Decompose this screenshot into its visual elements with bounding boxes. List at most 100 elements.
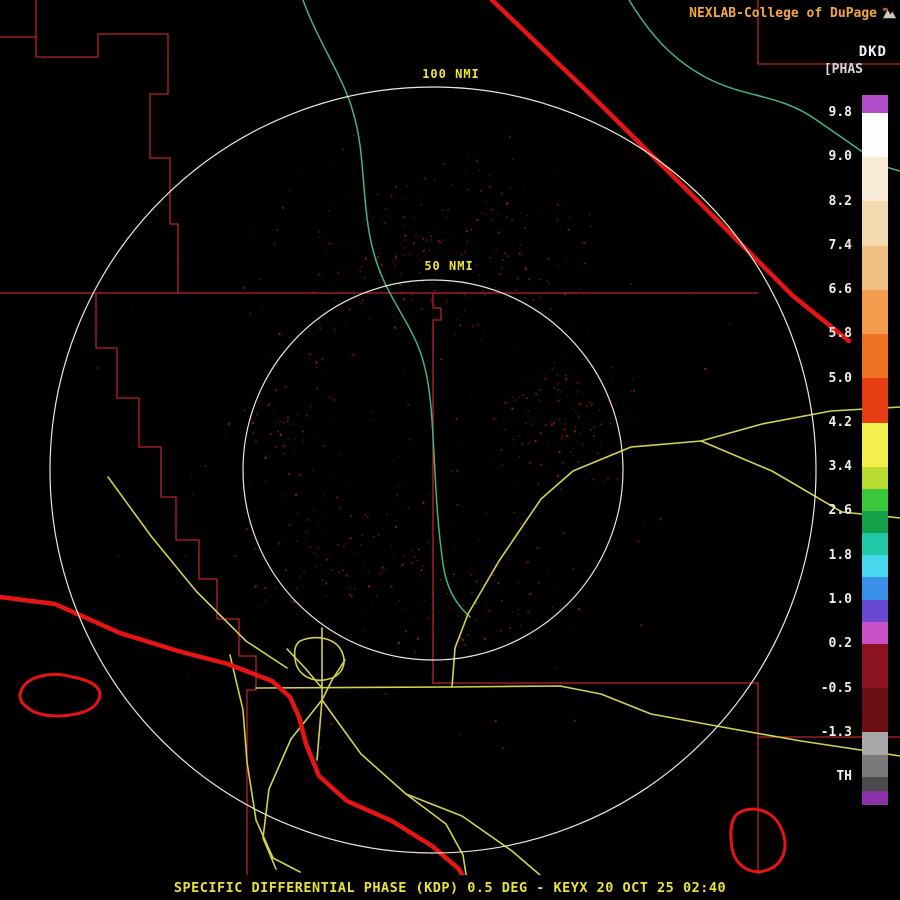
radar-echo <box>519 244 522 247</box>
radar-echo <box>628 407 631 409</box>
radar-echo <box>309 352 311 354</box>
radar-echo <box>303 553 305 555</box>
map-line <box>451 685 900 757</box>
radar-echo <box>287 472 290 476</box>
radar-echo <box>324 308 326 311</box>
colorbar-segment <box>862 467 888 489</box>
colorbar <box>862 95 888 805</box>
radar-echo <box>416 637 420 640</box>
radar-echo <box>329 722 333 725</box>
radar-echo <box>371 201 373 203</box>
radar-echo <box>329 165 331 167</box>
radar-echo <box>323 515 325 517</box>
radar-echo <box>410 293 413 296</box>
radar-echo <box>372 586 375 588</box>
radar-echo <box>402 254 404 256</box>
radar-echo <box>315 565 317 568</box>
radar-echo <box>534 304 535 306</box>
radar-echo <box>427 617 430 620</box>
radar-echo <box>517 608 519 611</box>
radar-echo <box>504 252 507 255</box>
radar-echo <box>461 638 465 642</box>
radar-echo <box>283 573 285 576</box>
radar-echo <box>444 613 446 615</box>
radar-echo <box>384 208 387 210</box>
radar-echo <box>537 581 540 584</box>
radar-echo <box>268 354 270 356</box>
radar-echo <box>337 497 339 499</box>
radar-echo <box>184 555 187 557</box>
radar-echo <box>408 438 412 441</box>
radar-echo <box>460 725 462 727</box>
radar-echo <box>395 525 398 529</box>
radar-echo <box>304 536 307 538</box>
radar-echo <box>511 438 514 441</box>
radar-echo <box>330 242 332 245</box>
radar-echo <box>442 162 445 165</box>
radar-echo <box>338 452 341 455</box>
radar-echo <box>435 283 437 285</box>
colorbar-segment <box>862 246 888 290</box>
radar-echo <box>515 435 517 437</box>
radar-echo <box>434 627 436 629</box>
radar-echo <box>546 571 548 574</box>
radar-echo <box>426 239 428 241</box>
radar-echo <box>538 296 541 299</box>
radar-echo <box>378 247 380 250</box>
radar-echo <box>524 297 526 299</box>
radar-echo <box>560 488 562 491</box>
radar-echo <box>381 263 383 266</box>
radar-echo <box>251 231 253 233</box>
radar-echo <box>326 249 328 251</box>
radar-echo <box>607 477 610 480</box>
radar-echo <box>455 418 458 421</box>
radar-echo <box>514 541 516 543</box>
radar-echo <box>593 435 595 438</box>
radar-echo <box>483 293 486 296</box>
colorbar-segment <box>862 95 888 113</box>
radar-echo <box>576 381 579 385</box>
radar-echo <box>581 358 583 360</box>
radar-echo <box>294 250 296 251</box>
radar-echo <box>250 418 253 421</box>
radar-echo <box>386 513 388 516</box>
radar-echo <box>470 574 473 576</box>
radar-echo <box>413 555 417 559</box>
radar-echo <box>630 283 632 285</box>
radar-echo <box>467 570 469 572</box>
radar-echo <box>312 469 315 472</box>
radar-echo <box>576 390 579 393</box>
colorbar-segment <box>862 201 888 246</box>
radar-echo <box>204 465 207 467</box>
radar-echo <box>186 674 189 677</box>
radar-echo <box>360 543 362 546</box>
radar-echo <box>302 438 304 440</box>
radar-echo <box>476 219 479 222</box>
radar-echo <box>364 257 367 260</box>
colorbar-segment <box>862 732 888 755</box>
radar-echo <box>327 573 329 576</box>
radar-echo <box>423 177 426 180</box>
radar-echo <box>319 236 321 238</box>
radar-echo <box>579 288 581 291</box>
radar-echo <box>310 546 312 548</box>
radar-echo <box>320 746 322 749</box>
radar-echo <box>396 603 398 605</box>
radar-echo <box>566 395 568 398</box>
radar-echo <box>342 148 345 151</box>
radar-echo <box>188 711 190 713</box>
radar-echo <box>350 595 353 598</box>
radar-echo <box>191 493 194 496</box>
radar-echo <box>407 252 409 254</box>
radar-echo <box>355 255 357 257</box>
radar-echo <box>461 253 463 256</box>
radar-echo <box>399 244 401 246</box>
radar-echo <box>224 435 226 437</box>
radar-echo <box>313 509 316 512</box>
radar-echo <box>302 440 305 443</box>
radar-echo <box>393 326 397 329</box>
radar-echo <box>494 287 496 289</box>
colorbar-segment <box>862 600 888 622</box>
radar-echo <box>586 405 588 407</box>
radar-echo <box>341 242 343 245</box>
